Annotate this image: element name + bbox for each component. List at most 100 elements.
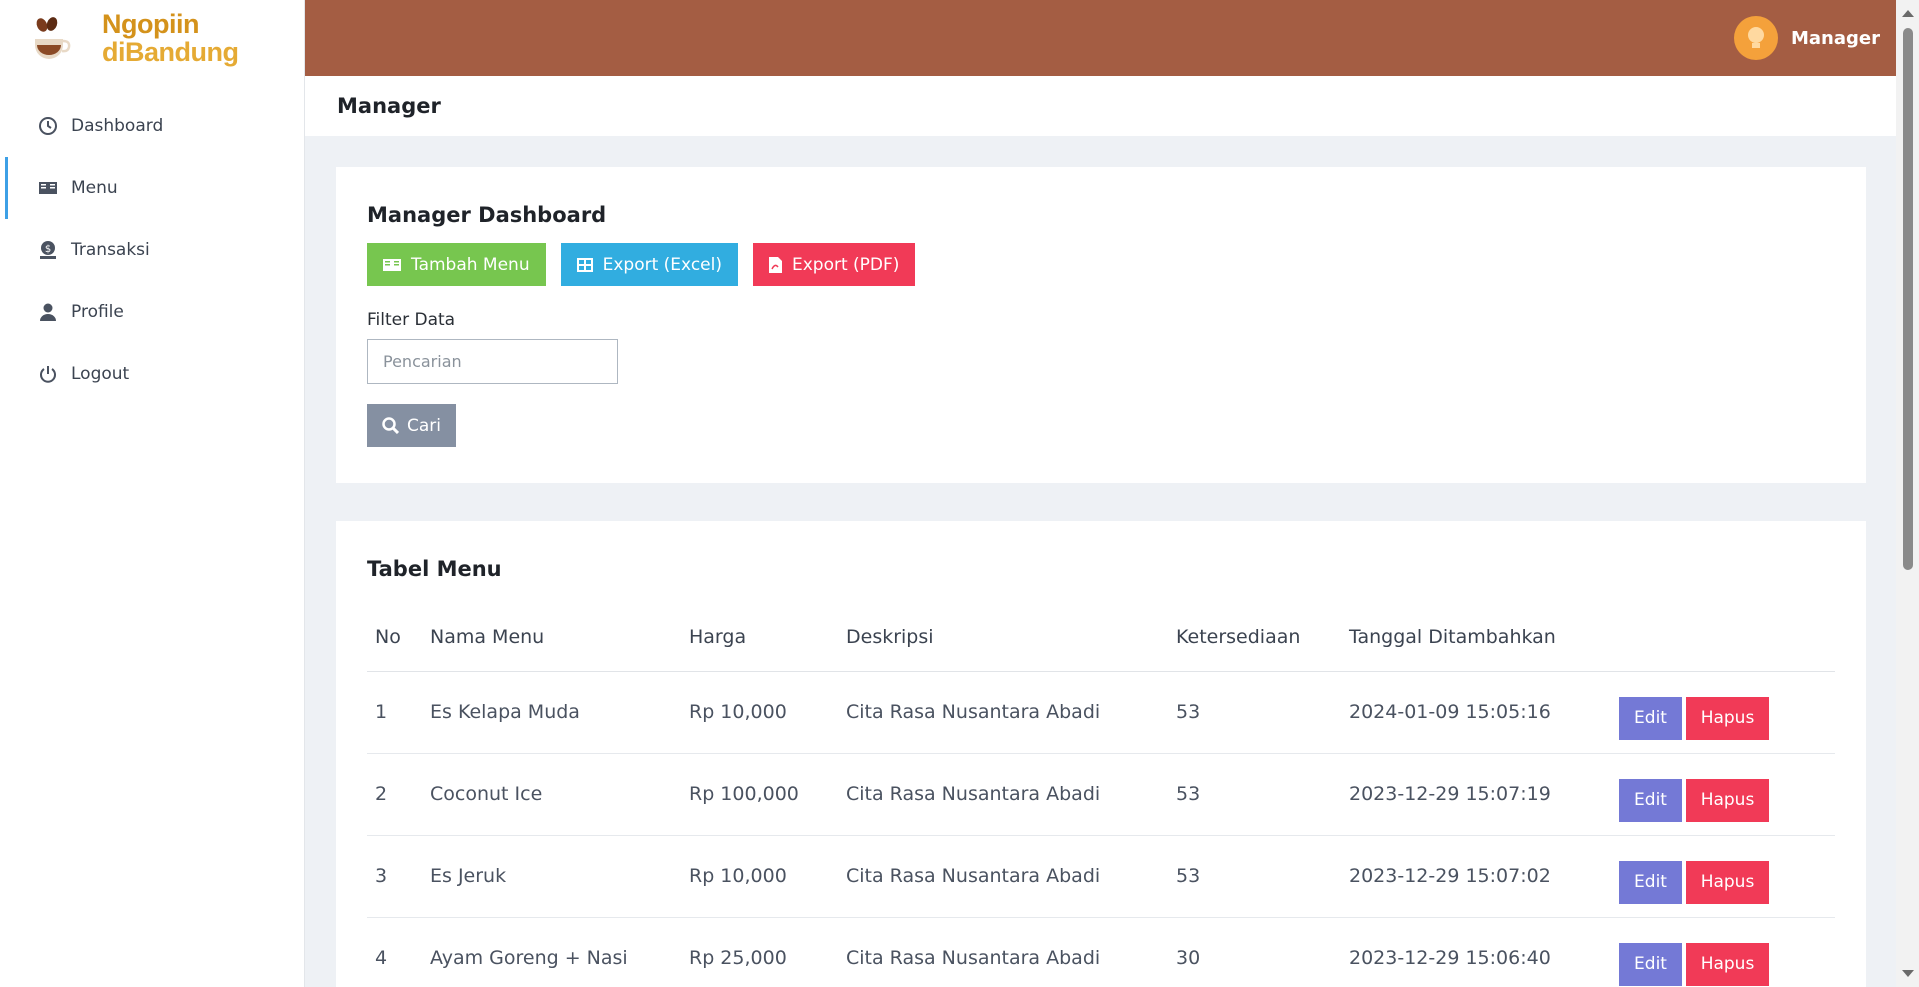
cell-no: 4 — [367, 917, 422, 987]
cell-deskripsi: Cita Rasa Nusantara Abadi — [838, 753, 1168, 836]
svg-text:$: $ — [45, 244, 51, 255]
table-title: Tabel Menu — [367, 557, 502, 581]
cell-deskripsi: Cita Rasa Nusantara Abadi — [838, 835, 1168, 918]
sidebar-item-label: Logout — [71, 364, 130, 384]
export-excel-label: Export (Excel) — [602, 254, 722, 275]
topbar: Manager — [305, 0, 1896, 76]
brand-line2: diBandung — [102, 36, 239, 67]
search-icon — [382, 417, 399, 434]
col-header-no: No — [367, 603, 422, 672]
sidebar-item-label: Dashboard — [71, 116, 164, 136]
page-scrollbar[interactable] — [1896, 0, 1919, 987]
dashboard-title: Manager Dashboard — [367, 203, 607, 227]
table-row: 1 Es Kelapa Muda Rp 10,000 Cita Rasa Nus… — [367, 671, 1835, 754]
col-header-harga: Harga — [681, 603, 838, 672]
table-row: 3 Es Jeruk Rp 10,000 Cita Rasa Nusantara… — [367, 835, 1835, 918]
cell-ketersediaan: 30 — [1168, 917, 1341, 987]
cell-harga: Rp 10,000 — [681, 671, 838, 754]
col-header-tanggal: Tanggal Ditambahkan — [1341, 603, 1619, 672]
cell-actions: Edit Hapus — [1619, 917, 1835, 987]
pdf-file-icon — [768, 256, 782, 273]
page-title: Manager — [305, 76, 1896, 136]
table-header-row: No Nama Menu Harga Deskripsi Ketersediaa… — [367, 603, 1835, 672]
col-header-actions — [1619, 603, 1835, 672]
power-icon — [38, 364, 58, 384]
brand-name: Ngopiin diBandung — [102, 8, 239, 67]
table-row: 4 Ayam Goreng + Nasi Rp 25,000 Cita Rasa… — [367, 917, 1835, 987]
sidebar-item-profile[interactable]: Profile — [0, 281, 304, 343]
user-icon — [38, 302, 58, 322]
dashboard-card: Manager Dashboard Tambah Menu Export (Ex… — [336, 167, 1866, 483]
col-header-deskripsi: Deskripsi — [838, 603, 1168, 672]
menu-table: No Nama Menu Harga Deskripsi Ketersediaa… — [367, 603, 1835, 987]
user-menu[interactable]: Manager — [1734, 16, 1880, 60]
cell-no: 1 — [367, 671, 422, 754]
tambah-menu-label: Tambah Menu — [411, 254, 530, 275]
edit-button[interactable]: Edit — [1619, 778, 1682, 822]
sidebar-item-transaksi[interactable]: $ Transaksi — [0, 219, 304, 281]
hapus-button[interactable]: Hapus — [1686, 860, 1769, 904]
sidebar-nav: Dashboard Menu $ Transaksi Profile Logou… — [0, 95, 304, 405]
cell-tanggal: 2024-01-09 15:05:16 — [1341, 671, 1619, 754]
cell-deskripsi: Cita Rasa Nusantara Abadi — [838, 917, 1168, 987]
export-excel-button[interactable]: Export (Excel) — [560, 243, 738, 286]
avatar — [1734, 16, 1778, 60]
export-pdf-button[interactable]: Export (PDF) — [752, 243, 916, 286]
cell-harga: Rp 100,000 — [681, 753, 838, 836]
cell-nama: Coconut Ice — [422, 753, 681, 836]
cell-actions: Edit Hapus — [1619, 671, 1835, 754]
brand-line1: Ngopiin — [102, 8, 199, 39]
lightbulb-icon — [1748, 27, 1764, 48]
search-button[interactable]: Cari — [367, 404, 456, 447]
cell-tanggal: 2023-12-29 15:07:19 — [1341, 753, 1619, 836]
action-buttons: Tambah Menu Export (Excel) Export (PDF) — [367, 243, 1835, 286]
hapus-button[interactable]: Hapus — [1686, 778, 1769, 822]
col-header-nama: Nama Menu — [422, 603, 681, 672]
sidebar-item-label: Transaksi — [71, 240, 150, 260]
cell-nama: Es Jeruk — [422, 835, 681, 918]
sidebar-item-label: Menu — [71, 178, 118, 198]
coffee-logo-icon — [30, 15, 72, 61]
cell-actions: Edit Hapus — [1619, 753, 1835, 836]
book-icon — [383, 258, 401, 272]
cell-no: 3 — [367, 835, 422, 918]
cell-ketersediaan: 53 — [1168, 753, 1341, 836]
hapus-button[interactable]: Hapus — [1686, 942, 1769, 986]
cell-ketersediaan: 53 — [1168, 835, 1341, 918]
cell-harga: Rp 25,000 — [681, 917, 838, 987]
edit-button[interactable]: Edit — [1619, 696, 1682, 740]
scroll-thumb[interactable] — [1903, 28, 1913, 570]
cell-nama: Es Kelapa Muda — [422, 671, 681, 754]
book-icon — [38, 178, 58, 198]
money-icon: $ — [38, 240, 58, 260]
edit-button[interactable]: Edit — [1619, 860, 1682, 904]
sidebar-item-label: Profile — [71, 302, 124, 322]
cell-deskripsi: Cita Rasa Nusantara Abadi — [838, 671, 1168, 754]
tambah-menu-button[interactable]: Tambah Menu — [367, 243, 546, 286]
brand[interactable]: Ngopiin diBandung — [0, 0, 304, 75]
filter-label: Filter Data — [367, 310, 456, 330]
search-input[interactable] — [367, 339, 618, 384]
cell-tanggal: 2023-12-29 15:07:02 — [1341, 835, 1619, 918]
scroll-up-icon[interactable] — [1902, 10, 1914, 17]
cell-nama: Ayam Goreng + Nasi — [422, 917, 681, 987]
table-row: 2 Coconut Ice Rp 100,000 Cita Rasa Nusan… — [367, 753, 1835, 836]
sidebar: Ngopiin diBandung Dashboard Menu $ Trans… — [0, 0, 305, 987]
sidebar-item-dashboard[interactable]: Dashboard — [0, 95, 304, 157]
cell-tanggal: 2023-12-29 15:06:40 — [1341, 917, 1619, 987]
table-icon — [576, 257, 593, 272]
scroll-down-icon[interactable] — [1902, 970, 1914, 977]
clock-icon — [38, 116, 58, 136]
sidebar-item-menu[interactable]: Menu — [0, 157, 304, 219]
export-pdf-label: Export (PDF) — [791, 254, 900, 275]
search-button-label: Cari — [407, 415, 441, 436]
hapus-button[interactable]: Hapus — [1686, 696, 1769, 740]
cell-actions: Edit Hapus — [1619, 835, 1835, 918]
sidebar-item-logout[interactable]: Logout — [0, 343, 304, 405]
cell-ketersediaan: 53 — [1168, 671, 1341, 754]
cell-no: 2 — [367, 753, 422, 836]
col-header-ketersediaan: Ketersediaan — [1168, 603, 1341, 672]
username: Manager — [1791, 27, 1880, 49]
table-card: Tabel Menu No Nama Menu Harga Deskripsi … — [336, 521, 1866, 987]
edit-button[interactable]: Edit — [1619, 942, 1682, 986]
